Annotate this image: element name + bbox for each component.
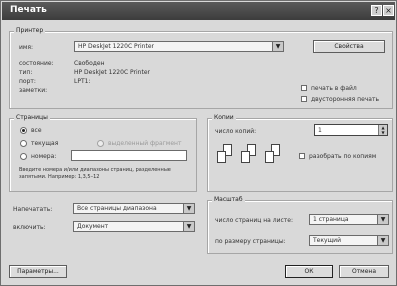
printer-name-label: имя: — [19, 44, 34, 51]
printer-group-title: Принтер — [14, 27, 46, 34]
pages-numbers-input[interactable] — [71, 150, 187, 161]
chevron-down-icon: ▼ — [377, 215, 388, 224]
fit-to-label: по размеру страницы: — [215, 238, 286, 245]
pages-per-sheet-select[interactable]: 1 страница ▼ — [309, 214, 389, 225]
fit-to-select[interactable]: Текущий ▼ — [309, 235, 389, 246]
printer-name-value: HP DeskJet 1220C Printer — [78, 43, 154, 50]
pages-per-sheet-value: 1 страница — [313, 216, 349, 223]
include-value: Документ — [77, 223, 109, 230]
print-dialog: Печать ? × Принтер имя: HP DeskJet 1220C… — [0, 0, 397, 286]
chevron-down-icon: ▼ — [183, 204, 194, 213]
copies-count-label: число копий: — [215, 128, 257, 135]
pages-numbers-radio[interactable] — [20, 153, 27, 160]
pages-selection-label: выделенный фрагмент — [108, 140, 182, 147]
include-select[interactable]: Документ ▼ — [73, 221, 195, 232]
cancel-button[interactable]: Отмена — [339, 265, 389, 278]
status-label: состояние: — [19, 60, 54, 67]
pages-current-label: текущая — [31, 140, 59, 147]
ok-button[interactable]: ОК — [285, 265, 333, 278]
collate-label: разобрать по копиям — [309, 153, 377, 160]
options-button[interactable]: Параметры... — [9, 265, 67, 278]
comment-label: заметки: — [19, 87, 48, 94]
print-to-file-label: печать в файл — [311, 85, 357, 92]
pages-numbers-label: номера: — [31, 153, 57, 160]
pages-selection-radio[interactable] — [97, 140, 104, 147]
chevron-down-icon: ▼ — [272, 42, 283, 51]
print-what-select[interactable]: Все страницы диапазона ▼ — [73, 203, 195, 214]
page-icon — [265, 151, 274, 163]
printer-name-select[interactable]: HP DeskJet 1220C Printer ▼ — [74, 41, 284, 52]
print-what-label: Напечатать: — [13, 206, 53, 213]
port-value: LPT1: — [74, 78, 91, 85]
chevron-down-icon: ▼ — [183, 222, 194, 231]
window-title: Печать — [10, 5, 47, 15]
pages-hint: Введите номера и/или диапазоны страниц, … — [19, 167, 171, 180]
close-button[interactable]: × — [383, 5, 394, 16]
print-what-value: Все страницы диапазона — [77, 205, 157, 212]
chevron-down-icon: ▼ — [377, 236, 388, 245]
copies-group-title: Копии — [212, 114, 236, 121]
page-icon — [217, 151, 226, 163]
pages-current-radio[interactable] — [20, 140, 27, 147]
type-value: HP DeskJet 1220C Printer — [74, 69, 150, 76]
type-label: тип: — [19, 69, 33, 76]
pages-per-sheet-label: число страниц на листе: — [215, 217, 293, 224]
help-button[interactable]: ? — [371, 5, 382, 16]
port-label: порт: — [19, 78, 36, 85]
pages-group-title: Страницы — [14, 114, 50, 121]
copies-count-spinner[interactable]: 1 ▲ ▼ — [314, 124, 388, 136]
properties-button[interactable]: Свойства — [313, 40, 385, 53]
title-bar: Печать ? × — [2, 2, 395, 20]
spinner-arrows-icon: ▲ ▼ — [378, 125, 387, 135]
pages-all-label: все — [31, 127, 42, 134]
copies-count-value: 1 — [318, 127, 322, 134]
collate-checkbox[interactable] — [299, 153, 305, 159]
duplex-label: двусторонняя печать — [311, 96, 380, 103]
fit-to-value: Текущий — [313, 237, 341, 244]
print-to-file-checkbox[interactable] — [301, 85, 307, 91]
page-icon — [241, 151, 250, 163]
scale-group-title: Масштаб — [212, 196, 245, 203]
status-value: Свободен — [74, 60, 105, 67]
pages-all-radio[interactable] — [20, 127, 27, 134]
include-label: включить: — [13, 224, 46, 231]
duplex-checkbox[interactable] — [301, 96, 307, 102]
